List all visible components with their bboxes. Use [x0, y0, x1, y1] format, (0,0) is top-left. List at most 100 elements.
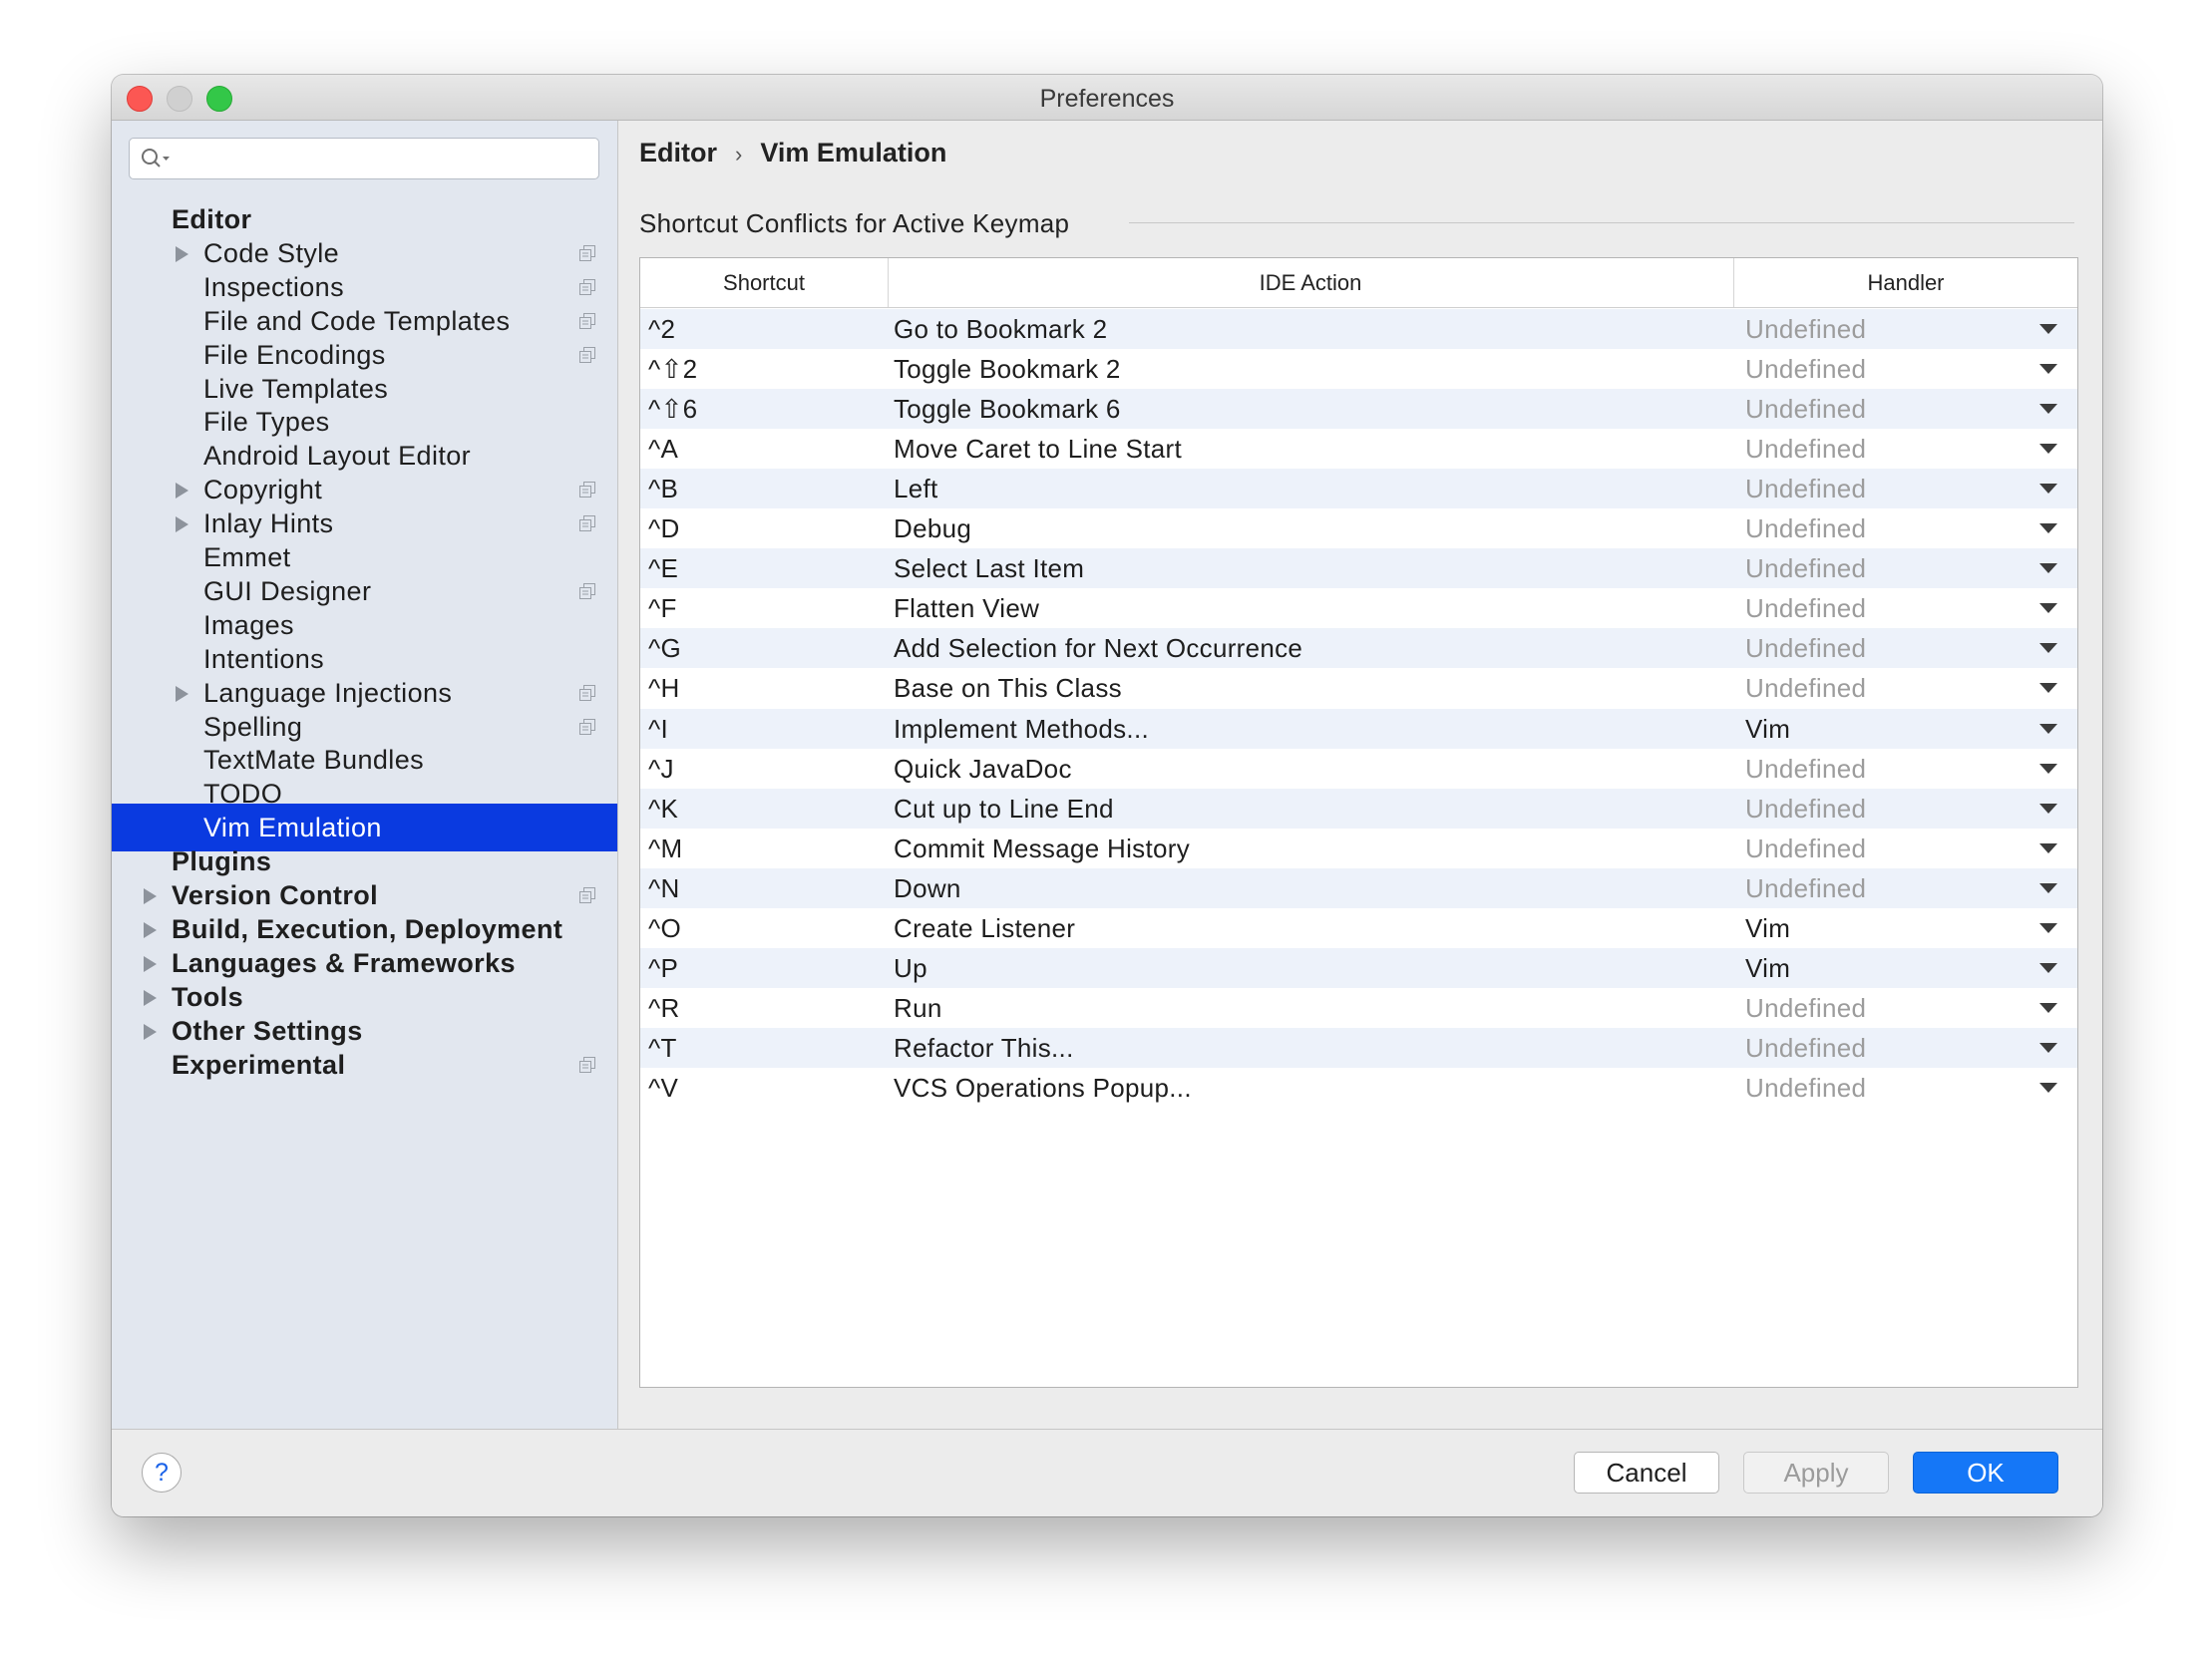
- table-row[interactable]: ^H Base on This Class Undefined: [640, 668, 2077, 708]
- dropdown-arrow-icon[interactable]: [2039, 1002, 2057, 1013]
- table-row[interactable]: ^J Quick JavaDoc Undefined: [640, 749, 2077, 789]
- dropdown-arrow-icon[interactable]: [2039, 1082, 2057, 1093]
- table-row[interactable]: ^O Create Listener Vim: [640, 908, 2077, 948]
- table-row[interactable]: ^E Select Last Item Undefined: [640, 548, 2077, 589]
- table-row[interactable]: ^K Cut up to Line End Undefined: [640, 788, 2077, 829]
- handler-select[interactable]: Undefined: [1745, 1068, 1866, 1108]
- dropdown-arrow-icon[interactable]: [2039, 563, 2057, 574]
- settings-sidebar: Editor Code Style Inspections File and Code…: [112, 121, 618, 1429]
- expand-arrow-icon[interactable]: [176, 483, 188, 499]
- expand-arrow-icon[interactable]: [144, 989, 157, 1006]
- table-row[interactable]: ^D Debug Undefined: [640, 508, 2077, 548]
- handler-select[interactable]: Undefined: [1745, 508, 1866, 548]
- handler-select[interactable]: Undefined: [1745, 548, 1866, 588]
- dropdown-arrow-icon[interactable]: [2039, 484, 2057, 495]
- expand-arrow-icon[interactable]: [176, 516, 188, 533]
- dropdown-arrow-icon[interactable]: [2039, 922, 2057, 933]
- window-title: Preferences: [1039, 85, 1175, 113]
- handler-select[interactable]: Undefined: [1745, 789, 1866, 829]
- help-button[interactable]: ?: [142, 1453, 182, 1493]
- ide-action-cell: Flatten View: [894, 593, 1040, 624]
- shortcut-cell: ^A: [648, 434, 679, 465]
- handler-select[interactable]: Undefined: [1745, 1028, 1866, 1068]
- shortcut-cell: ^V: [648, 1072, 679, 1103]
- expand-arrow-icon[interactable]: [144, 1023, 157, 1040]
- column-header-ide-action[interactable]: IDE Action: [888, 258, 1734, 307]
- dropdown-arrow-icon[interactable]: [2039, 723, 2057, 734]
- handler-select[interactable]: Undefined: [1745, 668, 1866, 708]
- handler-select[interactable]: Undefined: [1745, 988, 1866, 1028]
- dropdown-arrow-icon[interactable]: [2039, 842, 2057, 853]
- handler-select[interactable]: Vim: [1745, 948, 1790, 988]
- handler-select[interactable]: Undefined: [1745, 309, 1866, 349]
- ide-action-cell: Cut up to Line End: [894, 793, 1114, 824]
- table-row[interactable]: ^T Refactor This... Undefined: [640, 1027, 2077, 1068]
- handler-select[interactable]: Vim: [1745, 709, 1790, 749]
- handler-select[interactable]: Undefined: [1745, 628, 1866, 668]
- search-input[interactable]: [129, 138, 599, 179]
- table-row[interactable]: ^F Flatten View Undefined: [640, 588, 2077, 628]
- table-row[interactable]: ^M Commit Message History Undefined: [640, 829, 2077, 868]
- preferences-window: Preferences Editor Code Style Inspections F…: [112, 75, 2102, 1516]
- ide-action-cell: Implement Methods...: [894, 713, 1149, 744]
- table-row[interactable]: ^V VCS Operations Popup... Undefined: [640, 1068, 2077, 1108]
- dropdown-arrow-icon[interactable]: [2039, 1042, 2057, 1053]
- handler-select[interactable]: Undefined: [1745, 349, 1866, 389]
- ide-action-cell: Toggle Bookmark 2: [894, 354, 1121, 385]
- dialog-footer: ? Cancel Apply OK: [112, 1429, 2102, 1516]
- dropdown-arrow-icon[interactable]: [2039, 683, 2057, 694]
- table-row[interactable]: ^B Left Undefined: [640, 469, 2077, 509]
- dropdown-arrow-icon[interactable]: [2039, 763, 2057, 774]
- handler-select[interactable]: Undefined: [1745, 469, 1866, 508]
- table-row[interactable]: ^⇧2 Toggle Bookmark 2 Undefined: [640, 349, 2077, 389]
- sidebar-item[interactable]: Experimental: [112, 1041, 617, 1089]
- dropdown-arrow-icon[interactable]: [2039, 882, 2057, 893]
- table-header: Shortcut IDE Action Handler: [640, 258, 2077, 308]
- dropdown-arrow-icon[interactable]: [2039, 603, 2057, 614]
- expand-arrow-icon[interactable]: [144, 921, 157, 938]
- handler-select[interactable]: Undefined: [1745, 749, 1866, 789]
- cancel-button[interactable]: Cancel: [1574, 1452, 1719, 1494]
- table-row[interactable]: ^P Up Vim: [640, 947, 2077, 988]
- dropdown-arrow-icon[interactable]: [2039, 444, 2057, 455]
- handler-select[interactable]: Undefined: [1745, 588, 1866, 628]
- breadcrumb-parent[interactable]: Editor: [639, 138, 717, 167]
- dropdown-arrow-icon[interactable]: [2039, 523, 2057, 534]
- table-row[interactable]: ^R Run Undefined: [640, 988, 2077, 1028]
- column-header-shortcut[interactable]: Shortcut: [640, 258, 889, 307]
- dropdown-arrow-icon[interactable]: [2039, 364, 2057, 375]
- handler-select[interactable]: Undefined: [1745, 868, 1866, 908]
- table-row[interactable]: ^G Add Selection for Next Occurrence Undef…: [640, 628, 2077, 669]
- ide-action-cell: Commit Message History: [894, 832, 1190, 863]
- dropdown-arrow-icon[interactable]: [2039, 324, 2057, 334]
- dropdown-arrow-icon[interactable]: [2039, 962, 2057, 973]
- column-header-handler[interactable]: Handler: [1733, 258, 2077, 307]
- handler-select[interactable]: Undefined: [1745, 429, 1866, 469]
- dropdown-arrow-icon[interactable]: [2039, 643, 2057, 654]
- project-level-icon: [579, 346, 595, 363]
- project-level-icon: [579, 718, 595, 735]
- table-row[interactable]: ^A Move Caret to Line Start Undefined: [640, 429, 2077, 469]
- apply-button[interactable]: Apply: [1743, 1452, 1889, 1494]
- table-row[interactable]: ^N Down Undefined: [640, 867, 2077, 908]
- expand-arrow-icon[interactable]: [144, 888, 157, 904]
- expand-arrow-icon[interactable]: [176, 685, 188, 702]
- handler-select[interactable]: Undefined: [1745, 829, 1866, 868]
- project-level-icon: [579, 684, 595, 701]
- shortcut-cell: ^J: [648, 753, 674, 784]
- dropdown-arrow-icon[interactable]: [2039, 404, 2057, 415]
- main-panel: Editor › Vim Emulation Shortcut Conflicts …: [618, 121, 2102, 1429]
- table-row[interactable]: ^⇧6 Toggle Bookmark 6 Undefined: [640, 389, 2077, 430]
- ide-action-cell: Debug: [894, 513, 972, 544]
- dropdown-arrow-icon[interactable]: [2039, 803, 2057, 814]
- handler-select[interactable]: Undefined: [1745, 389, 1866, 429]
- expand-arrow-icon[interactable]: [144, 955, 157, 972]
- handler-select[interactable]: Vim: [1745, 908, 1790, 948]
- shortcut-cell: ^B: [648, 474, 679, 504]
- shortcut-cell: ^I: [648, 713, 669, 744]
- table-row[interactable]: ^2 Go to Bookmark 2 Undefined: [640, 309, 2077, 349]
- project-level-icon: [579, 244, 595, 261]
- ok-button[interactable]: OK: [1913, 1452, 2058, 1494]
- table-row[interactable]: ^I Implement Methods... Vim: [640, 708, 2077, 749]
- expand-arrow-icon[interactable]: [176, 245, 188, 262]
